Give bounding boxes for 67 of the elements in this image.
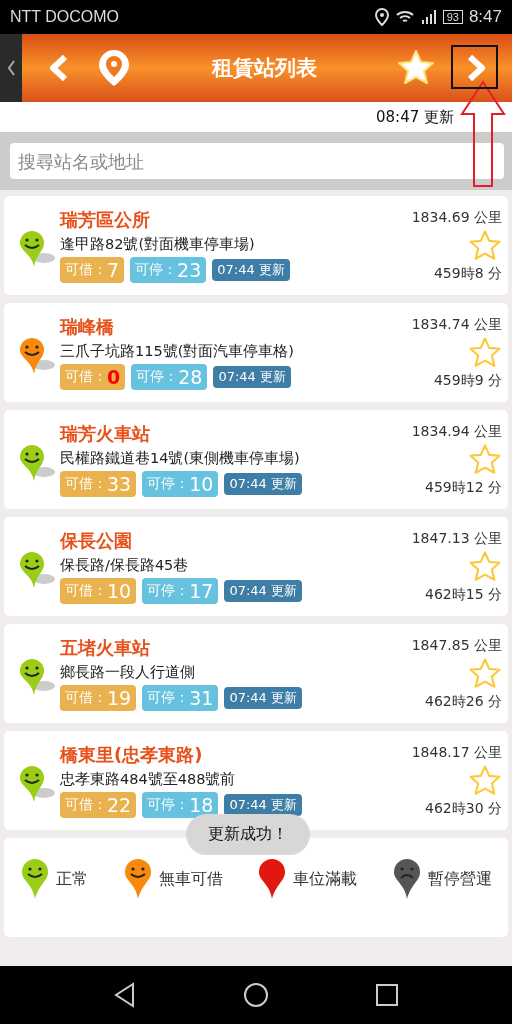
legend-label: 暫停營運 bbox=[427, 868, 492, 890]
circle-home-icon bbox=[243, 982, 269, 1008]
update-time: 07:44 更新 bbox=[212, 259, 290, 281]
station-name: 瑞芳火車站 bbox=[60, 422, 151, 446]
status-pin-icon bbox=[257, 858, 288, 900]
travel-time: 462時30 分 bbox=[425, 799, 502, 818]
triangle-back-icon bbox=[113, 982, 137, 1008]
travel-time: 462時15 分 bbox=[425, 585, 502, 604]
search-field[interactable]: 搜尋站名或地址 bbox=[10, 143, 504, 179]
page-title: 租賃站列表 bbox=[210, 55, 318, 82]
update-time: 07:44 更新 bbox=[224, 473, 302, 495]
legend-label: 車位滿載 bbox=[293, 868, 358, 890]
station-name: 瑞峰橋 bbox=[60, 315, 115, 339]
station-address: 忠孝東路484號至488號前 bbox=[60, 770, 237, 789]
star-icon bbox=[468, 549, 502, 584]
station-name: 五堵火車站 bbox=[60, 636, 151, 660]
legend-label: 正常 bbox=[56, 868, 88, 890]
update-time: 07:44 更新 bbox=[224, 794, 302, 816]
distance: 1847.85 公里 bbox=[411, 636, 502, 655]
location-icon bbox=[374, 8, 389, 26]
station-address: 三爪子坑路115號(對面汽車停車格) bbox=[60, 342, 295, 361]
station-address: 逢甲路82號(對面機車停車場) bbox=[60, 235, 256, 254]
travel-time: 459時8 分 bbox=[433, 264, 502, 283]
station-name: 保長公園 bbox=[60, 529, 133, 553]
favorite-star-button[interactable] bbox=[468, 763, 502, 798]
favorite-star-button[interactable] bbox=[468, 549, 502, 584]
battery-level: 93 bbox=[442, 10, 463, 24]
signal-icon bbox=[420, 9, 437, 25]
status-pin-icon bbox=[122, 858, 153, 900]
favorite-star-button[interactable] bbox=[468, 228, 502, 263]
travel-time: 459時9 分 bbox=[433, 371, 502, 390]
station-address: 民權路鐵道巷14號(東側機車停車場) bbox=[60, 449, 301, 468]
legend-label: 無車可借 bbox=[158, 868, 223, 890]
favorite-star-button[interactable] bbox=[468, 656, 502, 691]
square-recents-icon bbox=[375, 983, 399, 1007]
status-pin-icon bbox=[391, 858, 422, 900]
distance: 1847.13 公里 bbox=[411, 529, 502, 548]
star-icon bbox=[468, 656, 502, 691]
travel-time: 459時12 分 bbox=[425, 478, 502, 497]
carrier-name: NTT DOCOMO bbox=[10, 8, 120, 26]
status-pin-icon bbox=[20, 858, 50, 900]
station-name: 瑞芳區公所 bbox=[60, 208, 151, 232]
wifi-icon bbox=[394, 9, 415, 25]
station-address: 保長路/保長路45巷 bbox=[60, 556, 190, 575]
update-time: 07:44 更新 bbox=[213, 366, 292, 388]
travel-time: 462時26 分 bbox=[425, 692, 502, 711]
favorite-star-button[interactable] bbox=[468, 335, 502, 370]
distance: 1834.94 公里 bbox=[411, 422, 502, 441]
map-pin-icon bbox=[96, 48, 132, 88]
star-icon bbox=[468, 228, 502, 263]
station-address: 鄉長路一段人行道側 bbox=[60, 663, 196, 682]
distance: 1834.69 公里 bbox=[411, 208, 502, 227]
drawer-handle[interactable] bbox=[0, 34, 22, 102]
chevron-left-icon bbox=[7, 60, 15, 76]
star-icon bbox=[468, 442, 502, 477]
update-time: 07:44 更新 bbox=[224, 580, 302, 602]
star-icon bbox=[468, 335, 502, 370]
distance: 1848.17 公里 bbox=[411, 743, 502, 762]
clock: 8:47 bbox=[468, 7, 502, 27]
distance: 1834.74 公里 bbox=[411, 315, 502, 334]
favorite-star-button[interactable] bbox=[468, 442, 502, 477]
update-time: 08:47 更新 bbox=[376, 107, 454, 127]
update-time: 07:44 更新 bbox=[224, 687, 302, 709]
toast-message: 更新成功！ bbox=[186, 814, 310, 855]
highlight-frame bbox=[451, 45, 498, 89]
star-icon bbox=[468, 763, 502, 798]
station-name: 橋東里(忠孝東路) bbox=[60, 743, 204, 767]
